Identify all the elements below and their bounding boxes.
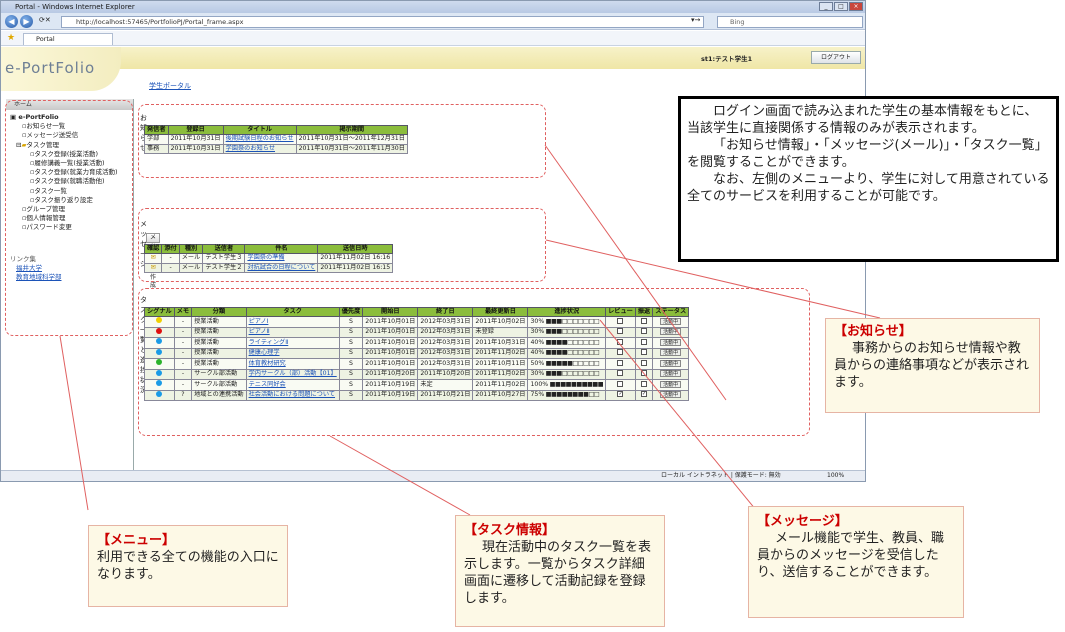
message-callout: 【メッセージ】 メール機能で学生、教員、職員からのメッセージを受信したり、送信す…: [748, 506, 964, 618]
notice-callout: 【お知らせ】 事務からのお知らせ情報や教員からの連絡事項などが表示されます。: [825, 318, 1040, 413]
message-callout-title: 【メッセージ】: [757, 514, 848, 529]
message-callout-body: メール機能で学生、教員、職員からのメッセージを受信したり、送信することができます…: [757, 531, 945, 580]
task-callout-title: 【タスク情報】: [464, 523, 556, 538]
info-text-1: ログイン画面で読み込まれた学生の基本情報をもとに、当該学生に直接関係する情報のみ…: [687, 104, 1038, 136]
menu-callout: 【メニュー】 利用できる全ての機能の入口になります。: [88, 525, 288, 607]
task-callout-body: 現在活動中のタスク一覧を表示します。一覧からタスク詳細画面に遷移して活動記録を登…: [464, 540, 652, 606]
task-callout: 【タスク情報】 現在活動中のタスク一覧を表示します。一覧からタスク詳細画面に遷移…: [455, 515, 665, 627]
info-box: ログイン画面で読み込まれた学生の基本情報をもとに、当該学生に直接関係する情報のみ…: [678, 96, 1059, 262]
notice-callout-body: 事務からのお知らせ情報や教員からの連絡事項などが表示されます。: [834, 341, 1030, 390]
info-text-3: なお、左側のメニューより、学生に対して用意されている全てのサービスを利用すること…: [687, 172, 1050, 204]
menu-callout-body: 利用できる全ての機能の入口になります。: [97, 550, 279, 582]
notice-callout-title: 【お知らせ】: [834, 324, 912, 339]
menu-callout-title: 【メニュー】: [97, 533, 176, 548]
info-text-2: 「お知らせ情報」・「メッセージ(メール)」・「タスク一覧」を閲覧することができま…: [687, 138, 1048, 170]
